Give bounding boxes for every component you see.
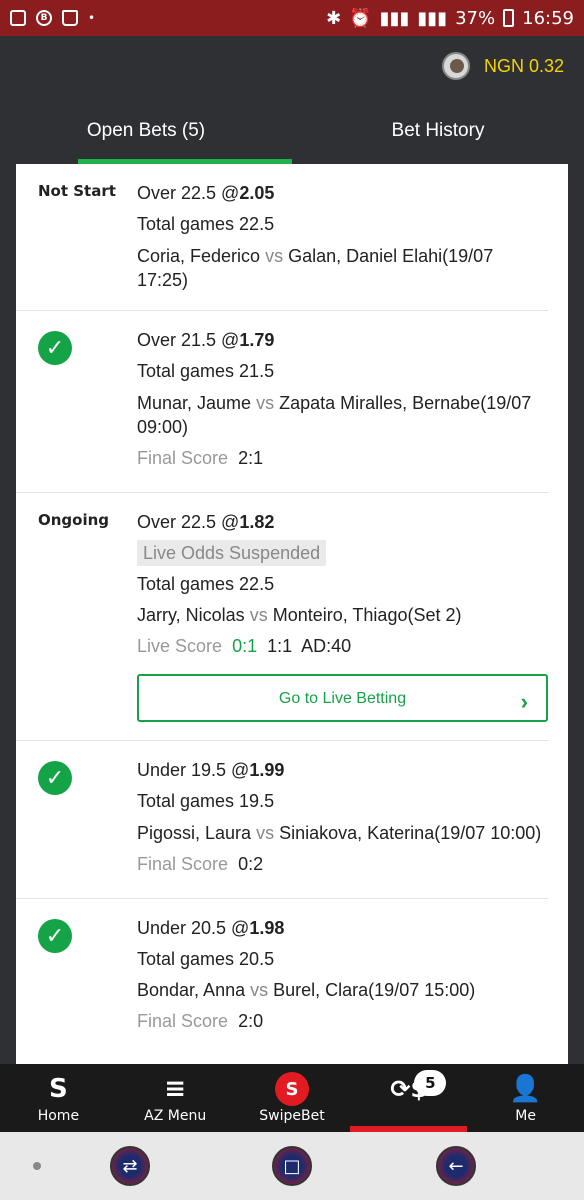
suspended-badge: Live Odds Suspended [137,540,327,566]
bet-odds: 1.82 [239,512,275,532]
bet-item[interactable]: ✓ Under 19.5 @1.99 Total games 19.5 Pigo… [16,741,548,899]
nav-az-menu[interactable]: ≡ AZ Menu [117,1064,234,1132]
bet-market: Total games 21.5 [137,361,275,381]
system-nav-bar: ⇄ □ ← [0,1132,584,1200]
bet-item[interactable]: ✓ Under 20.5 @1.98 Total games 20.5 Bond… [16,899,548,1055]
bet-score: Final Score 2:1 [137,448,264,468]
balance-amount: NGN 0.32 [483,55,564,76]
bet-match: Jarry, Nicolas vs Monteiro, Thiago(Set 2… [137,605,462,625]
bet-market: Total games 20.5 [137,949,275,969]
bet-odds: 1.99 [249,760,285,780]
bet-score: Final Score 2:0 [137,1011,264,1031]
bet-odds: 1.98 [249,918,285,938]
check-icon: ✓ [38,919,72,953]
status-bar: B • ✱ ⏰ ▮▮▮ ▮▮▮ 37% 16:59 [0,0,584,36]
bet-market: Total games 22.5 [137,214,275,234]
nav-home[interactable]: S Home [0,1064,117,1132]
balance-area[interactable]: NGN 0.32 [441,52,564,80]
shopping-bag-icon [62,10,78,26]
bet-odds: 2.05 [239,183,275,203]
bet-selection: Over 22.5 @1.82 [137,512,275,532]
bet-status: Ongoing [38,511,110,529]
nav-open-bets[interactable]: ⟳$ 5 [350,1064,467,1132]
bet-match: Pigossi, Laura vs Siniakova, Katerina(19… [137,823,542,843]
bet-selection: Under 19.5 @1.99 [137,760,285,780]
battery-icon [503,9,515,27]
bet-odds: 1.79 [239,330,275,350]
back-button[interactable]: ← [436,1146,476,1186]
bet-market: Total games 22.5 [137,574,275,594]
bet-tabs: Open Bets (5) Bet History [0,108,584,164]
check-icon: ✓ [38,761,72,795]
chevron-right-icon: › [520,689,528,714]
tab-open-bets[interactable]: Open Bets (5) [0,108,292,164]
dot-icon: • [88,11,96,25]
recent-apps-button[interactable]: ⇄ [110,1146,150,1186]
bet-selection: Under 20.5 @1.98 [137,918,285,938]
alarm-icon: ⏰ [349,7,372,29]
bet-match: Bondar, Anna vs Burel, Clara(19/07 15:00… [137,980,476,1000]
avatar[interactable] [441,52,470,80]
bet-match: Coria, Federico vs Galan, Daniel Elahi(1… [137,246,494,290]
bottom-nav: S Home ≡ AZ Menu S SwipeBet ⟳$ 5 👤 Me [0,1064,584,1132]
bet-selection: Over 22.5 @2.05 [137,183,275,203]
app-header: NGN 0.32 Open Bets (5) Bet History [0,36,584,164]
nav-swipebet[interactable]: S SwipeBet [234,1064,351,1132]
b-icon: B [36,10,52,26]
tab-bet-history[interactable]: Bet History [292,108,584,164]
open-bets-badge: 5 [414,1070,447,1096]
signal-icon-2: ▮▮▮ [417,7,448,29]
home-button[interactable]: □ [272,1146,312,1186]
bet-selection: Over 21.5 @1.79 [137,330,275,350]
nav-me[interactable]: 👤 Me [467,1064,584,1132]
go-to-live-betting-button[interactable]: Go to Live Betting › [137,674,548,722]
bet-score: Final Score 0:2 [137,854,264,874]
bet-market: Total games 19.5 [137,791,275,811]
battery-percent: 37% [455,7,496,29]
live-score: Live Score 0:1 1:1 AD:40 [137,636,352,656]
bet-status: Not Start [38,182,116,200]
dot-icon [33,1162,41,1170]
check-icon: ✓ [38,331,72,365]
bet-match: Munar, Jaume vs Zapata Miralles, Bernabe… [137,393,532,437]
swipebet-icon: S [274,1072,309,1106]
clock: 16:59 [522,7,574,29]
bet-item[interactable]: ✓ Over 21.5 @1.79 Total games 21.5 Munar… [16,311,548,493]
hamburger-icon: ≡ [164,1074,187,1104]
open-bets-list: Not Start Over 22.5 @2.05 Total games 22… [16,164,568,1064]
sportybet-s-icon: S [49,1074,68,1104]
bet-item[interactable]: Not Start Over 22.5 @2.05 Total games 22… [16,164,548,311]
gallery-icon [10,10,26,26]
user-icon: 👤 [509,1074,542,1104]
bet-item[interactable]: Ongoing Over 22.5 @1.82 Live Odds Suspen… [16,493,548,741]
bluetooth-icon: ✱ [326,7,342,29]
signal-icon: ▮▮▮ [379,7,410,29]
